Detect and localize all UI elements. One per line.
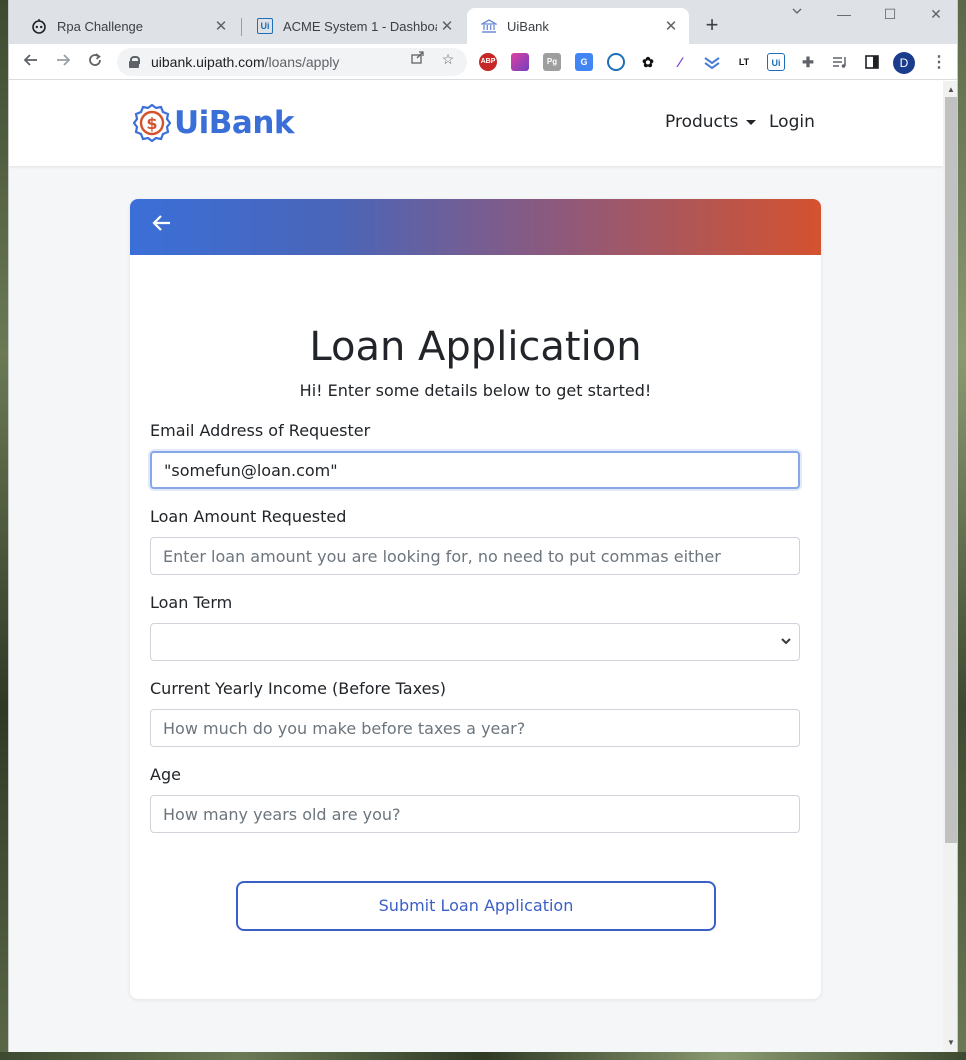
- chevron-down-icon: [779, 634, 793, 648]
- maximize-button[interactable]: ☐: [879, 6, 901, 26]
- email-field[interactable]: [150, 451, 800, 489]
- close-icon[interactable]: ✕: [211, 17, 231, 35]
- tab-rpa-challenge[interactable]: Rpa Challenge ✕: [17, 8, 239, 44]
- url-path: /loans/apply: [264, 54, 340, 70]
- url-host: uibank.uipath.com: [151, 54, 265, 70]
- login-link[interactable]: Login: [769, 112, 815, 132]
- site-header: $ UiBank Products Login: [9, 81, 943, 166]
- scroll-up-icon[interactable]: ▲: [943, 83, 957, 97]
- color-extension-icon[interactable]: [511, 53, 529, 71]
- forward-button[interactable]: [51, 50, 75, 74]
- dollar-coin-icon: $: [132, 103, 172, 143]
- page-title: Loan Application: [309, 324, 642, 370]
- lock-icon: [129, 56, 140, 68]
- desktop-background-left: [0, 0, 8, 1060]
- brand-logo[interactable]: $ UiBank: [132, 103, 295, 143]
- scroll-down-icon[interactable]: ▼: [943, 1036, 957, 1050]
- loan-amount-input[interactable]: [150, 537, 800, 575]
- card-header-banner: [130, 199, 821, 255]
- close-icon[interactable]: ✕: [437, 17, 457, 35]
- loan-term-select[interactable]: [150, 623, 800, 661]
- reload-button[interactable]: [83, 50, 107, 74]
- tab-title: Rpa Challenge: [57, 18, 144, 34]
- new-tab-button[interactable]: +: [701, 14, 723, 36]
- age-label: Age: [150, 765, 181, 784]
- loan-term-label: Loan Term: [150, 593, 233, 612]
- email-label: Email Address of Requester: [150, 421, 371, 440]
- circle-extension-icon[interactable]: [607, 53, 625, 71]
- puzzle-extensions-icon[interactable]: ✚: [799, 53, 817, 71]
- browser-menu-icon[interactable]: ⋮: [931, 52, 947, 74]
- products-label: Products: [665, 112, 739, 132]
- scrollbar-thumb[interactable]: [945, 97, 957, 843]
- tab-strip: Rpa Challenge ✕ Ui ACME System 1 - Dashb…: [9, 0, 957, 44]
- brand-symbol: $: [146, 114, 157, 133]
- ui-logo-icon: Ui: [257, 18, 273, 34]
- tab-uibank[interactable]: UiBank ✕: [467, 8, 689, 44]
- page-scrollbar[interactable]: ▲ ▼: [943, 81, 957, 1052]
- submit-loan-button[interactable]: Submit Loan Application: [236, 881, 716, 931]
- pg-extension-icon[interactable]: Pg: [543, 53, 561, 71]
- age-input[interactable]: [150, 795, 800, 833]
- close-icon[interactable]: ✕: [661, 17, 681, 35]
- tab-acme-dashboard[interactable]: Ui ACME System 1 - Dashboard ✕: [243, 8, 465, 44]
- uipath-extension-icon[interactable]: Ui: [767, 53, 785, 71]
- back-button[interactable]: [19, 50, 43, 74]
- media-control-icon[interactable]: [831, 53, 849, 71]
- tab-divider: [241, 18, 242, 36]
- desktop-background-bottom: [0, 1052, 966, 1060]
- layers-extension-icon[interactable]: [703, 53, 721, 71]
- profile-avatar[interactable]: D: [893, 52, 915, 74]
- income-label: Current Yearly Income (Before Taxes): [150, 679, 446, 698]
- share-icon[interactable]: [409, 50, 427, 68]
- translate-icon[interactable]: G: [575, 53, 593, 71]
- bookmark-star-icon[interactable]: ☆: [439, 50, 457, 68]
- browser-toolbar: uibank.uipath.com/loans/apply ☆ ABP Pg G…: [9, 44, 957, 80]
- tab-title: UiBank: [507, 18, 549, 34]
- products-dropdown[interactable]: Products: [665, 112, 757, 132]
- robot-icon: [31, 18, 47, 34]
- tab-title: ACME System 1 - Dashboard: [283, 18, 437, 34]
- income-input[interactable]: [150, 709, 800, 747]
- caret-down-icon: [746, 119, 757, 125]
- adblock-icon[interactable]: ABP: [479, 53, 497, 71]
- page-viewport: $ UiBank Products Login Loan Application…: [9, 81, 943, 1052]
- minimize-button[interactable]: —: [833, 6, 855, 26]
- loan-amount-label: Loan Amount Requested: [150, 507, 347, 526]
- loan-application-card: Loan Application Hi! Enter some details …: [130, 199, 821, 999]
- languagetool-icon[interactable]: LT: [735, 53, 753, 71]
- window-close-button[interactable]: ✕: [925, 6, 947, 26]
- browser-window: Rpa Challenge ✕ Ui ACME System 1 - Dashb…: [8, 0, 958, 1052]
- desktop-background-right: [958, 0, 966, 1060]
- bank-icon: [481, 18, 497, 34]
- feather-extension-icon[interactable]: ⁄: [671, 53, 689, 71]
- page-subtitle: Hi! Enter some details below to get star…: [299, 381, 652, 400]
- paw-extension-icon[interactable]: ✿: [639, 53, 657, 71]
- side-panel-icon[interactable]: [863, 53, 881, 71]
- brand-name: UiBank: [174, 105, 295, 141]
- back-arrow-icon[interactable]: [150, 211, 174, 235]
- tab-search-chevron-icon[interactable]: [786, 4, 808, 24]
